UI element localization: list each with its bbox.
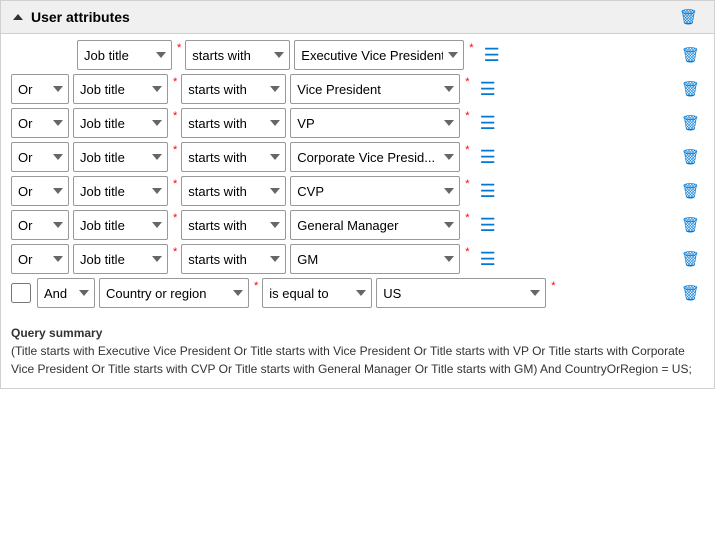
last-row-value-required-star: *: [551, 280, 555, 292]
row-5-delete-button[interactable]: 🗑: [677, 218, 704, 233]
row-6-required-star: *: [173, 246, 177, 258]
query-summary-label: Query summary: [11, 326, 102, 340]
row-6-list-button[interactable]: ☰: [476, 250, 500, 268]
section-header: User attributes 🗑: [1, 1, 714, 34]
filter-row-0: Job titleDepartmentCompanyCountry or reg…: [11, 40, 704, 70]
filter-row-5: OrAnd Job titleDepartmentCompanyCountry …: [11, 210, 704, 240]
row-6-value-input[interactable]: [290, 244, 460, 274]
row-0-field-select[interactable]: Job titleDepartmentCompanyCountry or reg…: [77, 40, 172, 70]
user-attributes-panel: User attributes 🗑 Job titleDepartmentCom…: [0, 0, 715, 389]
section-trash-icon: 🗑: [679, 9, 698, 26]
row-4-list-button[interactable]: ☰: [476, 182, 500, 200]
row-5-value-required-star: *: [465, 212, 469, 224]
row-2-delete-button[interactable]: 🗑: [677, 116, 704, 131]
last-row-required-star: *: [254, 280, 258, 292]
row-2-value-input[interactable]: [290, 108, 460, 138]
row-0-value-input[interactable]: [294, 40, 464, 70]
last-row-checkbox[interactable]: [11, 283, 31, 303]
filter-row-4: OrAnd Job titleDepartmentCompanyCountry …: [11, 176, 704, 206]
row-2-value-required-star: *: [465, 110, 469, 122]
row-0-value-required-star: *: [469, 42, 473, 54]
row-3-delete-button[interactable]: 🗑: [677, 150, 704, 165]
collapse-icon[interactable]: [13, 14, 23, 20]
query-summary: Query summary (Title starts with Executi…: [1, 318, 714, 388]
filter-row-last: AndOr Country or regionJob titleDepartme…: [11, 278, 704, 308]
row-5-op-select[interactable]: starts withends withcontainsis equal to: [181, 210, 286, 240]
filter-row-2: OrAnd Job titleDepartmentCompanyCountry …: [11, 108, 704, 138]
row-5-list-button[interactable]: ☰: [476, 216, 500, 234]
row-3-required-star: *: [173, 144, 177, 156]
row-1-field-select[interactable]: Job titleDepartmentCompanyCountry or reg…: [73, 74, 168, 104]
row-4-required-star: *: [173, 178, 177, 190]
section-delete-button[interactable]: 🗑: [675, 10, 702, 25]
query-summary-text: (Title starts with Executive Vice Presid…: [11, 344, 692, 376]
row-2-list-button[interactable]: ☰: [476, 114, 500, 132]
row-1-delete-button[interactable]: 🗑: [677, 82, 704, 97]
filter-row-3: OrAnd Job titleDepartmentCompanyCountry …: [11, 142, 704, 172]
last-row-delete-button[interactable]: 🗑: [677, 286, 704, 301]
row-0-op-select[interactable]: starts withends withcontainsis equal to: [185, 40, 290, 70]
row-3-field-select[interactable]: Job titleDepartmentCompanyCountry or reg…: [73, 142, 168, 172]
section-title-text: User attributes: [31, 9, 130, 25]
row-4-connector-select[interactable]: OrAnd: [11, 176, 69, 206]
row-0-delete-button[interactable]: 🗑: [677, 48, 704, 63]
row-5-required-star: *: [173, 212, 177, 224]
row-1-op-select[interactable]: starts withends withcontainsis equal to: [181, 74, 286, 104]
row-6-value-required-star: *: [465, 246, 469, 258]
last-row-connector-select[interactable]: AndOr: [37, 278, 95, 308]
row-3-list-button[interactable]: ☰: [476, 148, 500, 166]
row-0-required-star: *: [177, 42, 181, 54]
section-title-group: User attributes: [13, 9, 130, 25]
row-6-op-select[interactable]: starts withends withcontainsis equal to: [181, 244, 286, 274]
row-1-value-input[interactable]: [290, 74, 460, 104]
row-5-value-input[interactable]: [290, 210, 460, 240]
row-1-required-star: *: [173, 76, 177, 88]
row-3-op-select[interactable]: starts withends withcontainsis equal to: [181, 142, 286, 172]
row-0-list-button[interactable]: ☰: [480, 46, 504, 64]
row-1-list-button[interactable]: ☰: [476, 80, 500, 98]
row-4-value-input[interactable]: [290, 176, 460, 206]
row-2-field-select[interactable]: Job titleDepartmentCompanyCountry or reg…: [73, 108, 168, 138]
row-4-op-select[interactable]: starts withends withcontainsis equal to: [181, 176, 286, 206]
last-row-value-input[interactable]: [376, 278, 546, 308]
last-row-field-select[interactable]: Country or regionJob titleDepartment: [99, 278, 249, 308]
row-4-delete-button[interactable]: 🗑: [677, 184, 704, 199]
row-1-value-required-star: *: [465, 76, 469, 88]
last-row-op-select[interactable]: is equal tostarts withcontains: [262, 278, 372, 308]
row-3-value-required-star: *: [465, 144, 469, 156]
row-1-connector-select[interactable]: OrAnd: [11, 74, 69, 104]
row-2-op-select[interactable]: starts withends withcontainsis equal to: [181, 108, 286, 138]
row-3-value-input[interactable]: [290, 142, 460, 172]
row-4-value-required-star: *: [465, 178, 469, 190]
row-5-connector-select[interactable]: OrAnd: [11, 210, 69, 240]
filter-row-6: OrAnd Job titleDepartmentCompanyCountry …: [11, 244, 704, 274]
row-6-connector-select[interactable]: OrAnd: [11, 244, 69, 274]
row-6-field-select[interactable]: Job titleDepartmentCompanyCountry or reg…: [73, 244, 168, 274]
row-3-connector-select[interactable]: OrAnd: [11, 142, 69, 172]
row-5-field-select[interactable]: Job titleDepartmentCompanyCountry or reg…: [73, 210, 168, 240]
row-2-connector-select[interactable]: OrAnd: [11, 108, 69, 138]
row-6-delete-button[interactable]: 🗑: [677, 252, 704, 267]
row-4-field-select[interactable]: Job titleDepartmentCompanyCountry or reg…: [73, 176, 168, 206]
filter-rows-area: Job titleDepartmentCompanyCountry or reg…: [1, 34, 714, 318]
filter-row-1: OrAnd Job titleDepartmentCompanyCountry …: [11, 74, 704, 104]
row-2-required-star: *: [173, 110, 177, 122]
